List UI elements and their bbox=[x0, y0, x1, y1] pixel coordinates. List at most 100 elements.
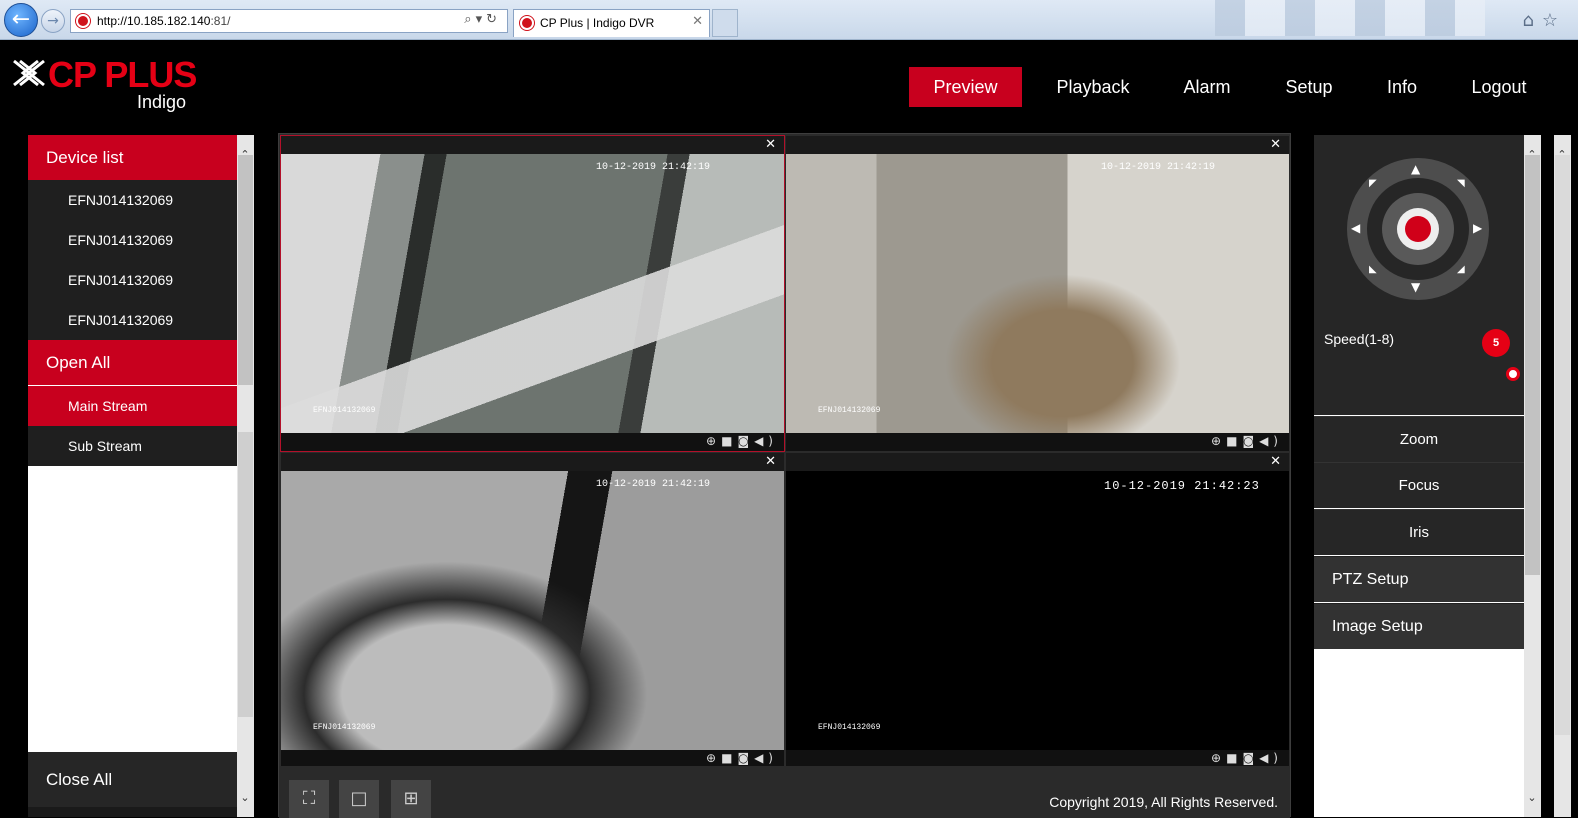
device-item[interactable]: EFNJ014132069 bbox=[28, 300, 237, 340]
ptz-center-dot-icon[interactable] bbox=[1405, 216, 1431, 242]
sub-stream-item[interactable]: Sub Stream bbox=[28, 426, 237, 466]
ptz-direction-ring[interactable]: ▲ ▼ ◀ ▶ ◤ ◥ ◣ ◢ bbox=[1347, 158, 1489, 300]
cell-controls: ⊕■◙◀) bbox=[786, 433, 1289, 451]
device-item[interactable]: EFNJ014132069 bbox=[28, 180, 237, 220]
ptz-right-icon[interactable]: ▶ bbox=[1473, 221, 1482, 235]
right-scrollbar-thumb[interactable] bbox=[1525, 155, 1540, 575]
cell-titlebar: ✕ bbox=[281, 136, 784, 154]
ptz-setup-button[interactable]: PTZ Setup bbox=[1314, 556, 1524, 602]
taskbar-thumbnails bbox=[1215, 0, 1485, 36]
device-panel: Device list EFNJ014132069 EFNJ014132069 … bbox=[28, 135, 254, 817]
url-text: http://10.185.182.140:81/ bbox=[97, 14, 231, 28]
cp-plus-logo-icon bbox=[13, 59, 45, 87]
ptz-down-right-icon[interactable]: ◢ bbox=[1457, 264, 1465, 275]
speed-value-badge: 5 bbox=[1482, 329, 1510, 357]
image-setup-button[interactable]: Image Setup bbox=[1314, 603, 1524, 649]
speed-control: Speed(1-8) 5 bbox=[1314, 319, 1524, 415]
app-header: CP PLUS Indigo Preview Playback Alarm Se… bbox=[0, 40, 1578, 130]
ptz-down-icon[interactable]: ▼ bbox=[1411, 280, 1420, 294]
tab-favicon-icon bbox=[520, 16, 534, 30]
camera-feed[interactable]: 10-12-2019 21:42:19 EFNJ014132069 bbox=[786, 154, 1289, 433]
menu-playback[interactable]: Playback bbox=[1045, 67, 1141, 107]
panel-footer bbox=[28, 807, 237, 817]
device-item[interactable]: EFNJ014132069 bbox=[28, 260, 237, 300]
quad-view-button[interactable]: ⊞ bbox=[391, 780, 431, 818]
close-icon[interactable]: ✕ bbox=[1270, 137, 1281, 152]
ptz-down-left-icon[interactable]: ◣ bbox=[1369, 264, 1377, 275]
channel-label: EFNJ014132069 bbox=[313, 406, 376, 415]
timestamp: 10-12-2019 21:42:19 bbox=[1101, 162, 1216, 173]
layout-toolbar: ⛶ □ ⊞ Copyright 2019, All Rights Reserve… bbox=[279, 766, 1290, 818]
main-stream-item[interactable]: Main Stream bbox=[28, 386, 254, 426]
copyright-text: Copyright 2019, All Rights Reserved. bbox=[1049, 794, 1278, 810]
cell-controls: ⊕■◙◀) bbox=[281, 433, 784, 451]
browser-toolbar: ← → http://10.185.182.140:81/ ⌕▾↻ CP Plu… bbox=[0, 0, 1578, 40]
menu-setup[interactable]: Setup bbox=[1273, 67, 1345, 107]
camera-feed[interactable]: 10-12-2019 21:42:23 EFNJ014132069 bbox=[786, 471, 1289, 750]
back-arrow-icon[interactable]: ← bbox=[4, 3, 38, 37]
zoom-record-snapshot-audio-icon[interactable]: ⊕■◙◀) bbox=[706, 751, 778, 765]
video-grid: ✕ 10-12-2019 21:42:19 EFNJ014132069 ⊕■◙◀… bbox=[278, 133, 1291, 818]
video-cell-2[interactable]: ✕ 10-12-2019 21:42:19 EFNJ014132069 ⊕■◙◀… bbox=[786, 136, 1289, 451]
ptz-joystick-area: ▲ ▼ ◀ ▶ ◤ ◥ ◣ ◢ bbox=[1314, 135, 1524, 319]
scroll-up-icon[interactable]: ⌃ bbox=[1524, 147, 1540, 163]
focus-button[interactable]: Focus bbox=[1314, 462, 1524, 508]
close-all-button[interactable]: Close All bbox=[28, 752, 237, 807]
device-item[interactable]: EFNJ014132069 bbox=[28, 220, 237, 260]
zoom-record-snapshot-audio-icon[interactable]: ⊕■◙◀) bbox=[1211, 434, 1283, 448]
channel-label: EFNJ014132069 bbox=[818, 406, 881, 415]
menu-alarm[interactable]: Alarm bbox=[1170, 67, 1244, 107]
left-scrollbar-track bbox=[238, 432, 253, 717]
video-cell-4[interactable]: ✕ 10-12-2019 21:42:23 EFNJ014132069 ⊕■◙◀… bbox=[786, 453, 1289, 768]
camera-feed[interactable]: 10-12-2019 21:42:19 EFNJ014132069 bbox=[281, 471, 784, 750]
speed-label: Speed(1-8) bbox=[1324, 331, 1395, 347]
zoom-record-snapshot-audio-icon[interactable]: ⊕■◙◀) bbox=[706, 434, 778, 448]
single-view-button[interactable]: □ bbox=[339, 780, 379, 818]
channel-label: EFNJ014132069 bbox=[313, 723, 376, 732]
left-scrollbar-thumb[interactable] bbox=[238, 155, 253, 385]
brand-name: CP PLUS bbox=[48, 54, 197, 95]
ptz-left-icon[interactable]: ◀ bbox=[1351, 221, 1360, 235]
camera-feed[interactable]: 10-12-2019 21:42:19 EFNJ014132069 bbox=[281, 154, 784, 433]
close-icon[interactable]: ✕ bbox=[765, 137, 776, 152]
brand-subname: Indigo bbox=[137, 92, 187, 112]
close-tab-icon[interactable]: ✕ bbox=[692, 14, 703, 29]
ptz-inner-ring bbox=[1367, 178, 1469, 280]
home-favorites-icon[interactable]: ⌂☆ bbox=[1522, 10, 1566, 31]
cell-titlebar: ✕ bbox=[786, 136, 1289, 154]
video-cell-1[interactable]: ✕ 10-12-2019 21:42:19 EFNJ014132069 ⊕■◙◀… bbox=[280, 135, 785, 452]
ptz-up-right-icon[interactable]: ◥ bbox=[1457, 178, 1465, 189]
page-scrollbar[interactable]: ⌃ bbox=[1554, 135, 1571, 817]
ptz-up-left-icon[interactable]: ◤ bbox=[1369, 178, 1377, 189]
iris-button[interactable]: Iris bbox=[1314, 509, 1524, 555]
ptz-up-icon[interactable]: ▲ bbox=[1411, 162, 1420, 176]
device-list-header[interactable]: Device list bbox=[28, 135, 237, 180]
address-bar[interactable]: http://10.185.182.140:81/ ⌕▾↻ bbox=[70, 9, 508, 33]
tab-title: CP Plus | Indigo DVR bbox=[540, 16, 655, 30]
scroll-down-icon[interactable]: ⌄ bbox=[1524, 790, 1540, 806]
ptz-panel: ▲ ▼ ◀ ▶ ◤ ◥ ◣ ◢ Speed(1-8) 5 Zoom Focus … bbox=[1314, 135, 1524, 817]
scroll-up-icon[interactable]: ⌃ bbox=[1554, 147, 1570, 163]
browser-tab[interactable]: CP Plus | Indigo DVR ✕ bbox=[513, 9, 710, 37]
video-cell-3[interactable]: ✕ 10-12-2019 21:42:19 EFNJ014132069 ⊕■◙◀… bbox=[281, 453, 784, 768]
cell-titlebar: ✕ bbox=[281, 453, 784, 471]
timestamp: 10-12-2019 21:42:23 bbox=[1104, 479, 1260, 493]
open-all-button[interactable]: Open All bbox=[28, 340, 237, 385]
search-refresh-icon[interactable]: ⌕▾↻ bbox=[464, 12, 501, 27]
close-icon[interactable]: ✕ bbox=[765, 454, 776, 469]
menu-info[interactable]: Info bbox=[1374, 67, 1430, 107]
zoom-button[interactable]: Zoom bbox=[1314, 416, 1524, 462]
new-tab-button[interactable] bbox=[712, 9, 738, 37]
left-scrollbar[interactable]: ⌃ ⌄ bbox=[237, 135, 254, 817]
menu-logout[interactable]: Logout bbox=[1458, 67, 1540, 107]
scroll-down-icon[interactable]: ⌄ bbox=[237, 790, 253, 806]
scroll-up-icon[interactable]: ⌃ bbox=[237, 147, 253, 163]
page-scrollbar-thumb[interactable] bbox=[1555, 155, 1570, 735]
speed-slider-knob[interactable] bbox=[1506, 367, 1520, 381]
fullscreen-button[interactable]: ⛶ bbox=[289, 780, 329, 818]
zoom-record-snapshot-audio-icon[interactable]: ⊕■◙◀) bbox=[1211, 751, 1283, 765]
forward-arrow-icon[interactable]: → bbox=[41, 9, 65, 33]
close-icon[interactable]: ✕ bbox=[1270, 454, 1281, 469]
right-scrollbar[interactable]: ⌃ ⌄ bbox=[1524, 135, 1541, 817]
menu-preview[interactable]: Preview bbox=[909, 67, 1022, 107]
